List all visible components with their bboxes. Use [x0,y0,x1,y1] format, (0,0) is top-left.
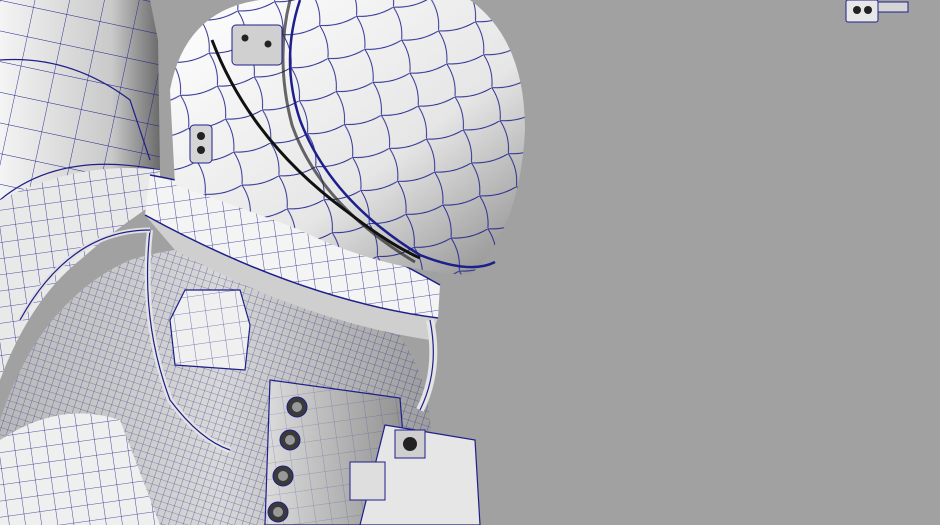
3d-viewport[interactable] [0,0,940,525]
connector-mesh[interactable] [169,289,251,371]
small-part-mesh[interactable] [845,0,909,23]
wireframe-scene[interactable] [0,0,940,525]
box-mesh[interactable] [264,379,481,525]
